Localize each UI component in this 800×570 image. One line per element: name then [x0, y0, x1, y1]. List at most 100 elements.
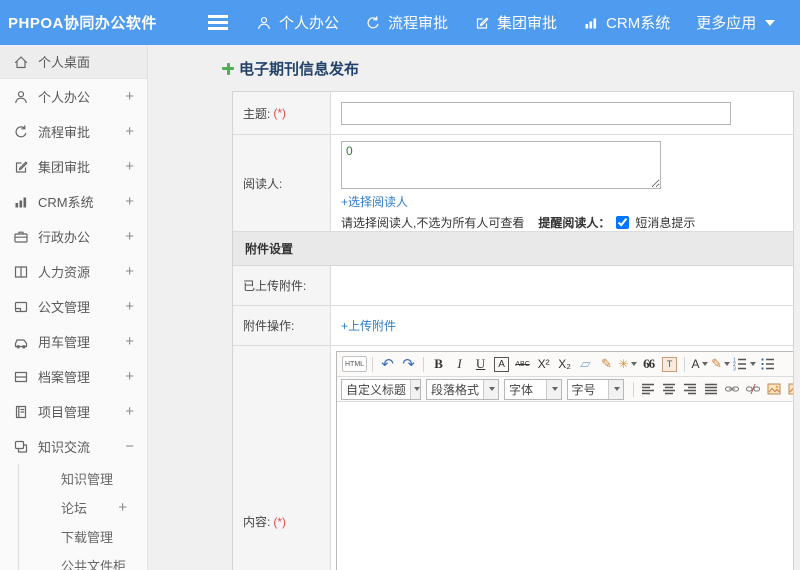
- unlink-button[interactable]: [744, 379, 763, 399]
- expand-plus-icon[interactable]: +: [125, 368, 134, 385]
- sidebar-item-label: CRM系统: [38, 195, 94, 210]
- sidebar-subitem-label: 公共文件柜: [61, 559, 127, 570]
- sidebar-item-admin-office[interactable]: 行政办公 +: [0, 219, 147, 254]
- sidebar-item-label: 流程审批: [38, 125, 91, 140]
- format-brush-button[interactable]: ✎: [597, 354, 616, 374]
- sidebar-item-human-resources[interactable]: 人力资源 +: [0, 254, 147, 289]
- sidebar-item-workflow-approval[interactable]: 流程审批 +: [0, 114, 147, 149]
- sidebar-item-label: 知识交流: [38, 440, 91, 455]
- upload-attachment-link[interactable]: +上传附件: [341, 317, 396, 334]
- paste-as-text-button[interactable]: T: [662, 356, 678, 372]
- select-readers-link[interactable]: +选择阅读人: [341, 193, 408, 210]
- select-value: 字体: [509, 382, 534, 397]
- nav-group-approval[interactable]: 集团审批: [474, 12, 557, 33]
- expand-plus-icon[interactable]: +: [125, 88, 134, 105]
- highlight-color-button[interactable]: ✎: [711, 354, 731, 374]
- sms-remind-checkbox[interactable]: [616, 216, 630, 229]
- expand-plus-icon[interactable]: +: [125, 123, 134, 140]
- page-title-text: 电子期刊信息发布: [239, 61, 360, 78]
- image-icon: [766, 381, 782, 397]
- nav-more-apps[interactable]: 更多应用: [696, 12, 776, 33]
- sidebar-item-label: 集团审批: [38, 160, 91, 175]
- hamburger-menu-icon[interactable]: [208, 15, 228, 30]
- underline-button[interactable]: U: [471, 354, 490, 374]
- caret-down-icon: [630, 362, 637, 366]
- sidebar-subitem-knowledge-management[interactable]: 知识管理: [19, 464, 147, 493]
- nav-crm-system[interactable]: CRM系统: [583, 12, 670, 33]
- ordered-list-button[interactable]: 123: [732, 354, 757, 374]
- superscript-button[interactable]: X²: [534, 354, 553, 374]
- sidebar-subitem-forum[interactable]: 论坛 +: [19, 493, 147, 522]
- main-content: 电子期刊信息发布 主题: (*) 阅读人: 0 +选择阅读人 请选择阅读人,不选…: [148, 45, 800, 570]
- toolbar-separator: [423, 356, 425, 372]
- expand-plus-icon[interactable]: +: [125, 333, 134, 350]
- sidebar-item-crm-system[interactable]: CRM系统 +: [0, 184, 147, 219]
- editor-content-area[interactable]: [337, 402, 793, 570]
- font-size-select[interactable]: 字号: [566, 378, 624, 400]
- readers-label: 阅读人:: [233, 135, 331, 231]
- remove-format-eraser-button[interactable]: ▱: [575, 354, 597, 374]
- cycle-icon: [13, 124, 29, 140]
- expand-plus-icon[interactable]: +: [125, 263, 134, 280]
- sidebar-item-document-management[interactable]: 公文管理 +: [0, 289, 147, 324]
- expand-plus-icon[interactable]: +: [125, 403, 134, 420]
- caret-down-icon: [701, 362, 708, 366]
- font-border-button[interactable]: A: [494, 356, 510, 372]
- expand-plus-icon[interactable]: +: [125, 298, 134, 315]
- sidebar-item-personal-desktop[interactable]: 个人桌面: [0, 45, 147, 79]
- subject-input[interactable]: [341, 101, 731, 125]
- align-left-button[interactable]: [639, 379, 658, 399]
- strikethrough-button[interactable]: ABC: [513, 354, 532, 374]
- sidebar-subitem-public-file-cabinet[interactable]: 公共文件柜: [19, 551, 147, 570]
- bold-button[interactable]: B: [429, 354, 448, 374]
- blockquote-button[interactable]: 66: [639, 354, 658, 374]
- custom-title-select[interactable]: 自定义标题: [341, 378, 421, 400]
- sidebar-item-group-approval[interactable]: 集团审批 +: [0, 149, 147, 184]
- page-title: 电子期刊信息发布: [222, 58, 800, 79]
- align-center-button[interactable]: [660, 379, 679, 399]
- font-color-icon: A: [691, 357, 700, 371]
- insert-multi-image-button[interactable]: [786, 379, 793, 399]
- sidebar-subitem-download-management[interactable]: 下载管理: [19, 522, 147, 551]
- font-color-button[interactable]: A: [690, 354, 709, 374]
- collapse-minus-icon[interactable]: −: [125, 438, 134, 455]
- expand-plus-icon[interactable]: +: [125, 193, 134, 210]
- align-right-button[interactable]: [681, 379, 700, 399]
- select-value: 字号: [571, 382, 596, 397]
- redo-button[interactable]: ↷: [399, 354, 418, 374]
- ordered-list-icon: 123: [732, 356, 748, 372]
- knowledge-submenu: 知识管理 论坛 + 下载管理 公共文件柜: [18, 464, 147, 570]
- attachment-section-title: 附件设置: [245, 242, 294, 256]
- paragraph-format-select[interactable]: 段落格式: [426, 378, 500, 400]
- caret-down-icon: [765, 19, 776, 26]
- unordered-list-button[interactable]: [758, 354, 777, 374]
- unlink-icon: [745, 381, 761, 397]
- italic-button[interactable]: I: [450, 354, 469, 374]
- content-label-text: 内容:: [243, 515, 271, 529]
- html-source-button[interactable]: HTML: [342, 356, 368, 372]
- align-justify-button[interactable]: [702, 379, 721, 399]
- expand-plus-icon[interactable]: +: [125, 158, 134, 175]
- expand-plus-icon[interactable]: +: [125, 228, 134, 245]
- sidebar-item-vehicle-management[interactable]: 用车管理 +: [0, 324, 147, 359]
- content-label: 内容: (*): [233, 346, 331, 570]
- expand-plus-icon[interactable]: +: [118, 499, 127, 516]
- nav-personal-office[interactable]: 个人办公: [256, 12, 339, 33]
- readers-textarea[interactable]: 0: [341, 141, 661, 189]
- nav-workflow-approval[interactable]: 流程审批: [365, 12, 448, 33]
- caret-down-icon: [410, 379, 420, 399]
- sidebar-item-knowledge-exchange[interactable]: 知识交流 −: [0, 429, 147, 464]
- caret-down-icon: [724, 362, 731, 366]
- subscript-button[interactable]: X₂: [555, 354, 574, 374]
- rich-text-editor: HTML ↶ ↷ B I U A ABC X² X₂ ▱ ✎ ✳ 66 T A …: [336, 351, 793, 570]
- auto-typeset-button[interactable]: ✳: [618, 354, 637, 374]
- sidebar-item-archive-management[interactable]: 档案管理 +: [0, 359, 147, 394]
- font-family-select[interactable]: 字体: [504, 378, 562, 400]
- toolbar-separator: [684, 356, 686, 372]
- insert-image-button[interactable]: [765, 379, 784, 399]
- undo-button[interactable]: ↶: [378, 354, 397, 374]
- sidebar-item-personal-office[interactable]: 个人办公 +: [0, 79, 147, 114]
- columns-book-icon: [13, 264, 29, 280]
- insert-link-button[interactable]: [723, 379, 742, 399]
- sidebar-item-project-management[interactable]: 项目管理 +: [0, 394, 147, 429]
